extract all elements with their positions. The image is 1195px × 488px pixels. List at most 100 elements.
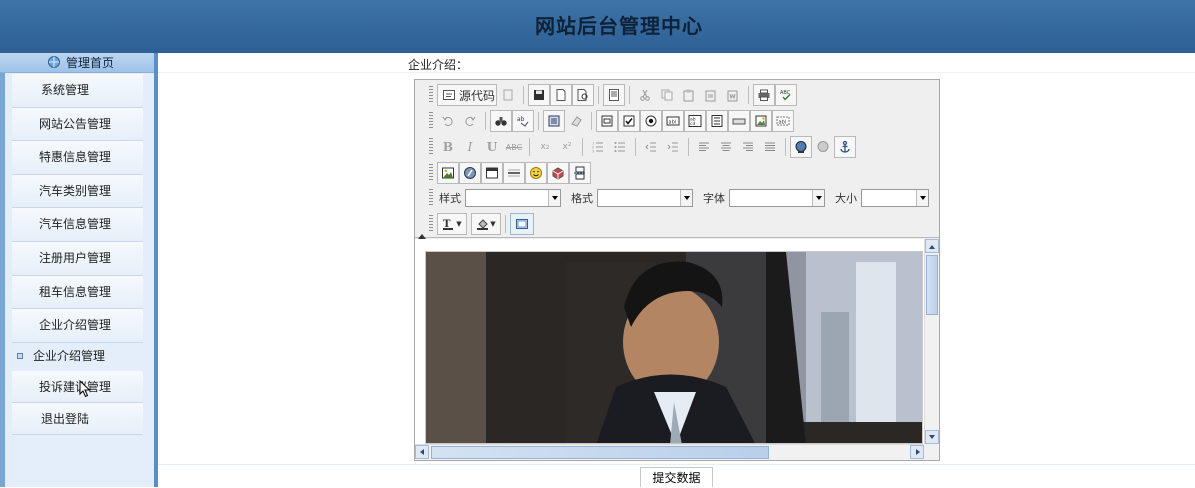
toolbar-separator — [591, 112, 592, 130]
sidebar-item-notices[interactable]: 网站公告管理 — [12, 107, 143, 142]
sidebar-item-car-categories[interactable]: 汽车类别管理 — [12, 174, 143, 209]
unlink-button[interactable] — [812, 136, 834, 158]
format-label: 格式 — [571, 192, 593, 205]
font-select[interactable] — [729, 189, 825, 207]
vertical-scroll-thumb[interactable] — [926, 255, 938, 315]
text-color-button[interactable]: T ▼ — [437, 213, 467, 235]
print-button[interactable] — [753, 84, 775, 106]
new-page-button[interactable] — [550, 84, 572, 106]
size-label: 大小 — [835, 192, 857, 205]
radio-button[interactable] — [640, 110, 662, 132]
image-button[interactable] — [437, 162, 459, 184]
sidebar-item-car-info[interactable]: 汽车信息管理 — [12, 208, 143, 242]
form-button[interactable] — [596, 110, 618, 132]
source-label: 源代码 — [459, 88, 496, 103]
image-button-field-button[interactable] — [750, 110, 772, 132]
sidebar-home[interactable]: 管理首页 — [0, 53, 154, 73]
chevron-down-icon — [916, 190, 928, 206]
textfield-button[interactable]: abl — [662, 110, 684, 132]
subscript-button[interactable]: x₂ — [534, 136, 556, 158]
submit-button[interactable]: 提交数据 — [640, 467, 713, 487]
paste-text-button[interactable] — [700, 84, 722, 106]
undo-button[interactable] — [437, 110, 459, 132]
format-select[interactable] — [597, 189, 693, 207]
sidebar-item-company[interactable]: 企业介绍管理 — [12, 309, 143, 343]
smiley-button[interactable] — [525, 162, 547, 184]
scroll-left-icon[interactable] — [415, 445, 429, 459]
sidebar-item-specials[interactable]: 特惠信息管理 — [12, 141, 143, 175]
preview-doc-button[interactable] — [497, 84, 519, 106]
sidebar-item-label: 企业介绍管理 — [39, 318, 112, 333]
superscript-button[interactable]: x² — [556, 136, 578, 158]
bg-color-button[interactable]: ▼ — [471, 213, 501, 235]
select-all-button[interactable] — [543, 110, 565, 132]
cut-button[interactable] — [634, 84, 656, 106]
scroll-up-icon[interactable] — [925, 239, 939, 253]
sidebar-item-users[interactable]: 注册用户管理 — [12, 241, 143, 276]
align-center-button[interactable] — [715, 136, 737, 158]
bold-button[interactable]: B — [437, 136, 459, 158]
sidebar-item-complaints[interactable]: 投诉建议管理 — [12, 370, 143, 403]
textarea-icon: abcd — [688, 115, 702, 127]
sidebar-strip — [0, 73, 5, 487]
outdent-button[interactable] — [640, 136, 662, 158]
find-button[interactable] — [490, 110, 512, 132]
horizontal-scrollbar[interactable] — [415, 444, 924, 460]
horizontal-scroll-thumb[interactable] — [431, 446, 769, 459]
page-break-button[interactable] — [569, 162, 591, 184]
toolbar-collapse-icon[interactable] — [418, 230, 426, 239]
sidebar-item-company-active[interactable]: 企业介绍管理 — [12, 342, 143, 371]
anchor-button[interactable] — [834, 136, 856, 158]
paste-button[interactable] — [678, 84, 700, 106]
sidebar-item-rentals[interactable]: 租车信息管理 — [12, 275, 143, 310]
checkbox-button[interactable] — [618, 110, 640, 132]
source-button[interactable]: 源代码 — [437, 84, 497, 106]
link-button[interactable] — [790, 136, 812, 158]
active-bullet-icon — [17, 352, 23, 359]
templates-button[interactable] — [603, 84, 625, 106]
numbered-list-button[interactable]: 123 — [587, 136, 609, 158]
save-button[interactable] — [528, 84, 550, 106]
sidebar-item-system[interactable]: 系统管理 — [12, 74, 143, 108]
replace-button[interactable]: ab — [512, 110, 534, 132]
sidebar-item-logout[interactable]: 退出登陆 — [12, 402, 143, 435]
redo-button[interactable] — [459, 110, 481, 132]
man-in-car-photo — [426, 252, 922, 443]
home-globe-icon — [48, 56, 60, 68]
special-char-button[interactable] — [547, 162, 569, 184]
size-select[interactable] — [861, 189, 929, 207]
svg-text:3: 3 — [592, 150, 594, 154]
scroll-right-icon[interactable] — [910, 445, 924, 459]
spellcheck-button[interactable]: ABC — [775, 84, 797, 106]
horizontal-rule-button[interactable] — [503, 162, 525, 184]
table-button[interactable] — [481, 162, 503, 184]
eraser-icon — [571, 116, 582, 127]
bullet-list-button[interactable] — [609, 136, 631, 158]
align-right-button[interactable] — [737, 136, 759, 158]
indent-icon — [667, 142, 678, 152]
button-field-button[interactable] — [728, 110, 750, 132]
indent-button[interactable] — [662, 136, 684, 158]
align-left-button[interactable] — [693, 136, 715, 158]
hidden-field-button[interactable]: abl — [772, 110, 794, 132]
select-field-button[interactable] — [706, 110, 728, 132]
strike-button[interactable]: ABC — [503, 136, 525, 158]
flash-button[interactable] — [459, 162, 481, 184]
copy-button[interactable] — [656, 84, 678, 106]
remove-format-button[interactable] — [565, 110, 587, 132]
paste-word-button[interactable] — [722, 84, 744, 106]
special-char-icon — [552, 167, 564, 180]
justify-button[interactable] — [759, 136, 781, 158]
underline-button[interactable]: U — [481, 136, 503, 158]
vertical-scrollbar[interactable] — [924, 239, 939, 444]
maximize-button[interactable] — [510, 213, 534, 235]
templates-icon — [609, 89, 619, 101]
preview-button[interactable] — [572, 84, 594, 106]
editor-content-area[interactable] — [415, 239, 939, 460]
textarea-button[interactable]: ab cd — [684, 110, 706, 132]
sidebar: 管理首页 系统管理 网站公告管理 特惠信息管理 汽车类别管理 汽车信息管理 注册… — [0, 53, 158, 487]
italic-button[interactable]: I — [459, 136, 481, 158]
scroll-down-icon[interactable] — [925, 430, 939, 444]
style-select[interactable] — [465, 189, 561, 207]
maximize-icon — [516, 219, 528, 229]
